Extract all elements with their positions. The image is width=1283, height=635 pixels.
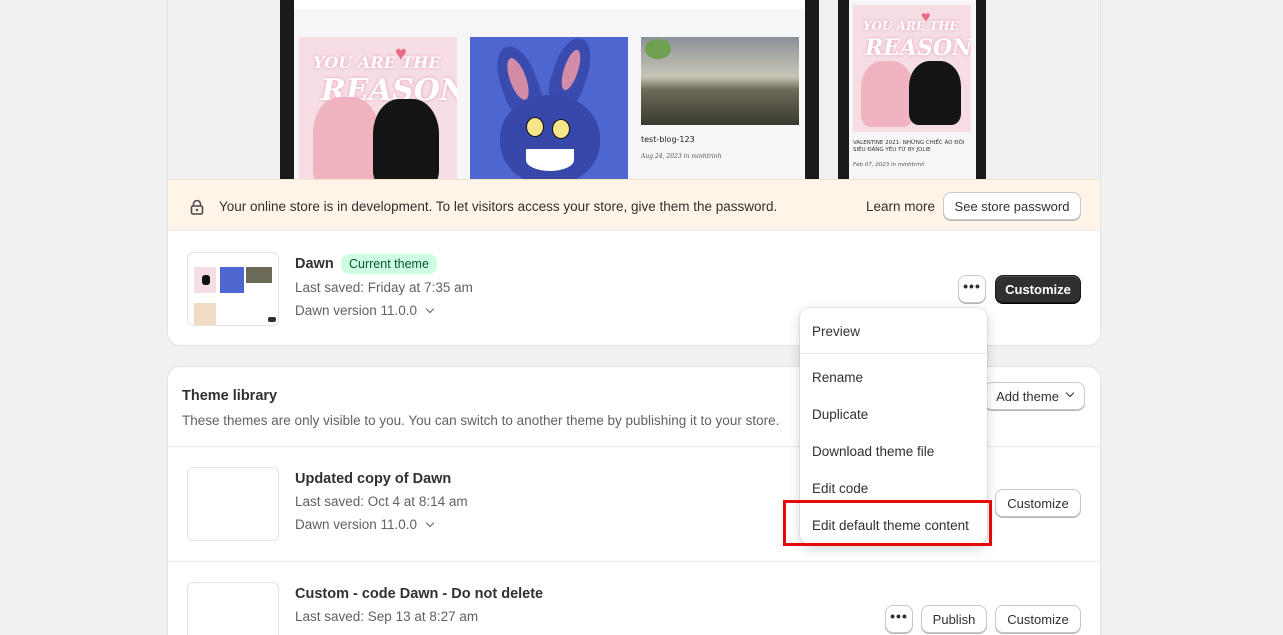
blog-image-mountains <box>641 37 799 125</box>
development-banner: Your online store is in development. To … <box>168 179 1100 231</box>
divider <box>168 561 1100 562</box>
theme-thumbnail <box>187 582 279 635</box>
theme-customize-button[interactable]: Customize <box>995 605 1081 633</box>
current-theme-customize-button[interactable]: Customize <box>995 275 1081 303</box>
desktop-preview-frame: ♥ YOU ARE THE REASON test-blog-123 Aug 2… <box>280 0 819 179</box>
lock-icon <box>190 199 204 215</box>
menu-item-duplicate[interactable]: Duplicate <box>812 407 868 422</box>
add-theme-button[interactable]: Add theme <box>984 382 1085 410</box>
theme-last-saved: Last saved: Oct 4 at 8:14 am <box>295 494 468 509</box>
theme-library-subtitle: These themes are only visible to you. Yo… <box>182 413 780 428</box>
menu-item-download-theme-file[interactable]: Download theme file <box>812 444 934 459</box>
current-theme-version-toggle[interactable]: Dawn version 11.0.0 <box>295 303 435 318</box>
theme-library-title: Theme library <box>182 388 278 404</box>
current-theme-thumbnail <box>187 252 279 326</box>
preview-blog-title: test-blog-123 <box>641 135 695 144</box>
mobile-preview-frame: ♥ YOU ARE THE REASON VALENTINE 2021: NHỮ… <box>838 0 986 179</box>
banner-message: Your online store is in development. To … <box>219 199 778 214</box>
theme-last-saved: Last saved: Sep 13 at 8:27 am <box>295 609 479 624</box>
mobile-blog-meta: Feb 07, 2023 in minhtrinh <box>853 162 925 168</box>
theme-customize-button[interactable]: Customize <box>995 489 1081 517</box>
highlight-box <box>783 500 992 546</box>
product-image-sweatshirts: ♥ YOU ARE THE REASON <box>299 37 457 179</box>
current-theme-card: ♥ YOU ARE THE REASON test-blog-123 Aug 2… <box>168 0 1100 345</box>
theme-version: Dawn version 11.0.0 <box>295 517 418 532</box>
mobile-product-image: ♥ YOU ARE THE REASON <box>853 5 971 132</box>
see-store-password-button[interactable]: See store password <box>943 192 1081 220</box>
theme-name: Custom - code Dawn - Do not delete <box>295 586 544 602</box>
desktop-preview-screen: ♥ YOU ARE THE REASON test-blog-123 Aug 2… <box>294 0 805 179</box>
theme-more-actions-button[interactable]: ••• <box>885 605 913 633</box>
mobile-preview-screen: ♥ YOU ARE THE REASON VALENTINE 2021: NHỮ… <box>849 0 976 179</box>
chevron-down-icon <box>425 518 435 528</box>
theme-preview: ♥ YOU ARE THE REASON test-blog-123 Aug 2… <box>168 0 1100 179</box>
more-horizontal-icon: ••• <box>963 278 981 294</box>
chevron-down-icon <box>425 304 435 314</box>
current-theme-badge: Current theme <box>341 254 437 274</box>
current-theme-more-actions-button[interactable]: ••• <box>958 275 986 303</box>
menu-item-rename[interactable]: Rename <box>812 370 863 385</box>
theme-version-toggle[interactable]: Dawn version 11.0.0 <box>295 517 435 532</box>
theme-thumbnail <box>187 467 279 541</box>
learn-more-link[interactable]: Learn more <box>866 199 935 214</box>
theme-publish-button[interactable]: Publish <box>921 605 987 633</box>
mobile-blog-caption: VALENTINE 2021: NHỮNG CHIẾC ÁO ĐÔI SIÊU … <box>853 140 965 154</box>
current-theme-last-saved: Last saved: Friday at 7:35 am <box>295 280 473 295</box>
current-theme-version: Dawn version 11.0.0 <box>295 303 418 318</box>
preview-blog-meta: Aug 24, 2023 in minhtrinh <box>641 153 722 160</box>
menu-item-edit-code[interactable]: Edit code <box>812 481 868 496</box>
blog-image-cartoon-cat <box>470 37 628 179</box>
theme-name: Updated copy of Dawn <box>295 471 452 487</box>
chevron-down-icon <box>1065 388 1075 398</box>
menu-item-preview[interactable]: Preview <box>812 324 860 339</box>
more-horizontal-icon: ••• <box>890 608 908 624</box>
current-theme-name: Dawn <box>295 256 334 272</box>
add-theme-label: Add theme <box>996 388 1059 404</box>
menu-divider <box>800 353 987 354</box>
